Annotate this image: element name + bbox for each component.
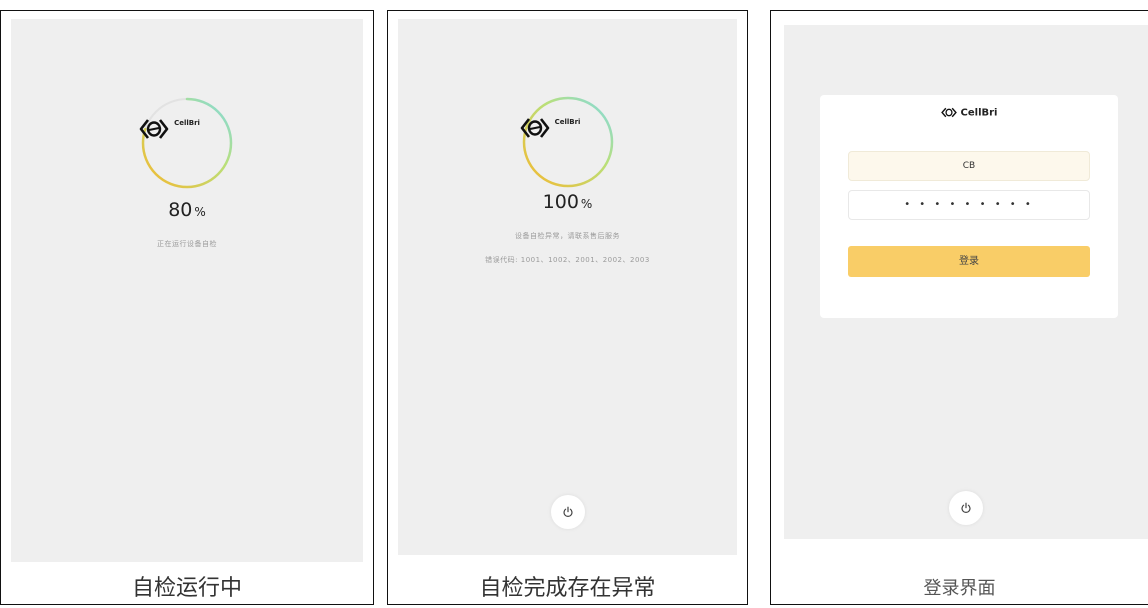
panel-caption: 登录界面 [923, 578, 996, 599]
login-card: CellBri CB • • • • • • • • • 登录 [820, 95, 1118, 318]
panel-caption: 自检运行中 [131, 576, 242, 601]
power-button[interactable] [949, 491, 983, 525]
self-test-running-panel: CellBri 80% 正在运行设备自检 自检运行中 [0, 10, 374, 605]
cellbri-logo: CellBri [139, 117, 235, 139]
progress-ring-graphic [522, 96, 613, 188]
device-screen: CellBri 100% 设备自检异常，请联系售后服务 错误代码: 1001、1… [398, 19, 737, 555]
login-button[interactable]: 登录 [848, 246, 1090, 277]
brand-name: CellBri [960, 107, 998, 119]
brand-header: CellBri [820, 107, 1118, 119]
username-input[interactable]: CB [848, 151, 1090, 181]
cellbri-logo-icon [940, 107, 957, 118]
self-test-error-panel: CellBri 100% 设备自检异常，请联系售后服务 错误代码: 1001、1… [387, 10, 748, 605]
cellbri-logo-icon [520, 118, 549, 138]
progress-percent: 80% [168, 199, 206, 221]
panel-caption: 自检完成存在异常 [479, 576, 656, 601]
device-screen: CellBri 80% 正在运行设备自检 [11, 19, 363, 562]
progress-ring: CellBri [520, 94, 616, 190]
power-icon [562, 506, 573, 517]
power-button[interactable] [550, 495, 585, 529]
error-status-text: 设备自检异常，请联系售后服务 [515, 232, 620, 240]
progress-ring-graphic [141, 97, 233, 189]
password-input[interactable]: • • • • • • • • • [848, 190, 1090, 220]
power-icon [961, 502, 971, 513]
device-screen: CellBri CB • • • • • • • • • 登录 [784, 25, 1148, 539]
error-codes-text: 错误代码: 1001、1002、2001、2002、2003 [485, 256, 650, 264]
login-panel: CellBri CB • • • • • • • • • 登录 登录界面 [770, 10, 1148, 605]
progress-percent: 100% [542, 191, 593, 213]
status-text: 正在运行设备自检 [157, 240, 217, 248]
progress-ring: CellBri [139, 95, 235, 191]
cellbri-logo: CellBri [520, 116, 616, 138]
cellbri-logo-icon [139, 119, 169, 139]
